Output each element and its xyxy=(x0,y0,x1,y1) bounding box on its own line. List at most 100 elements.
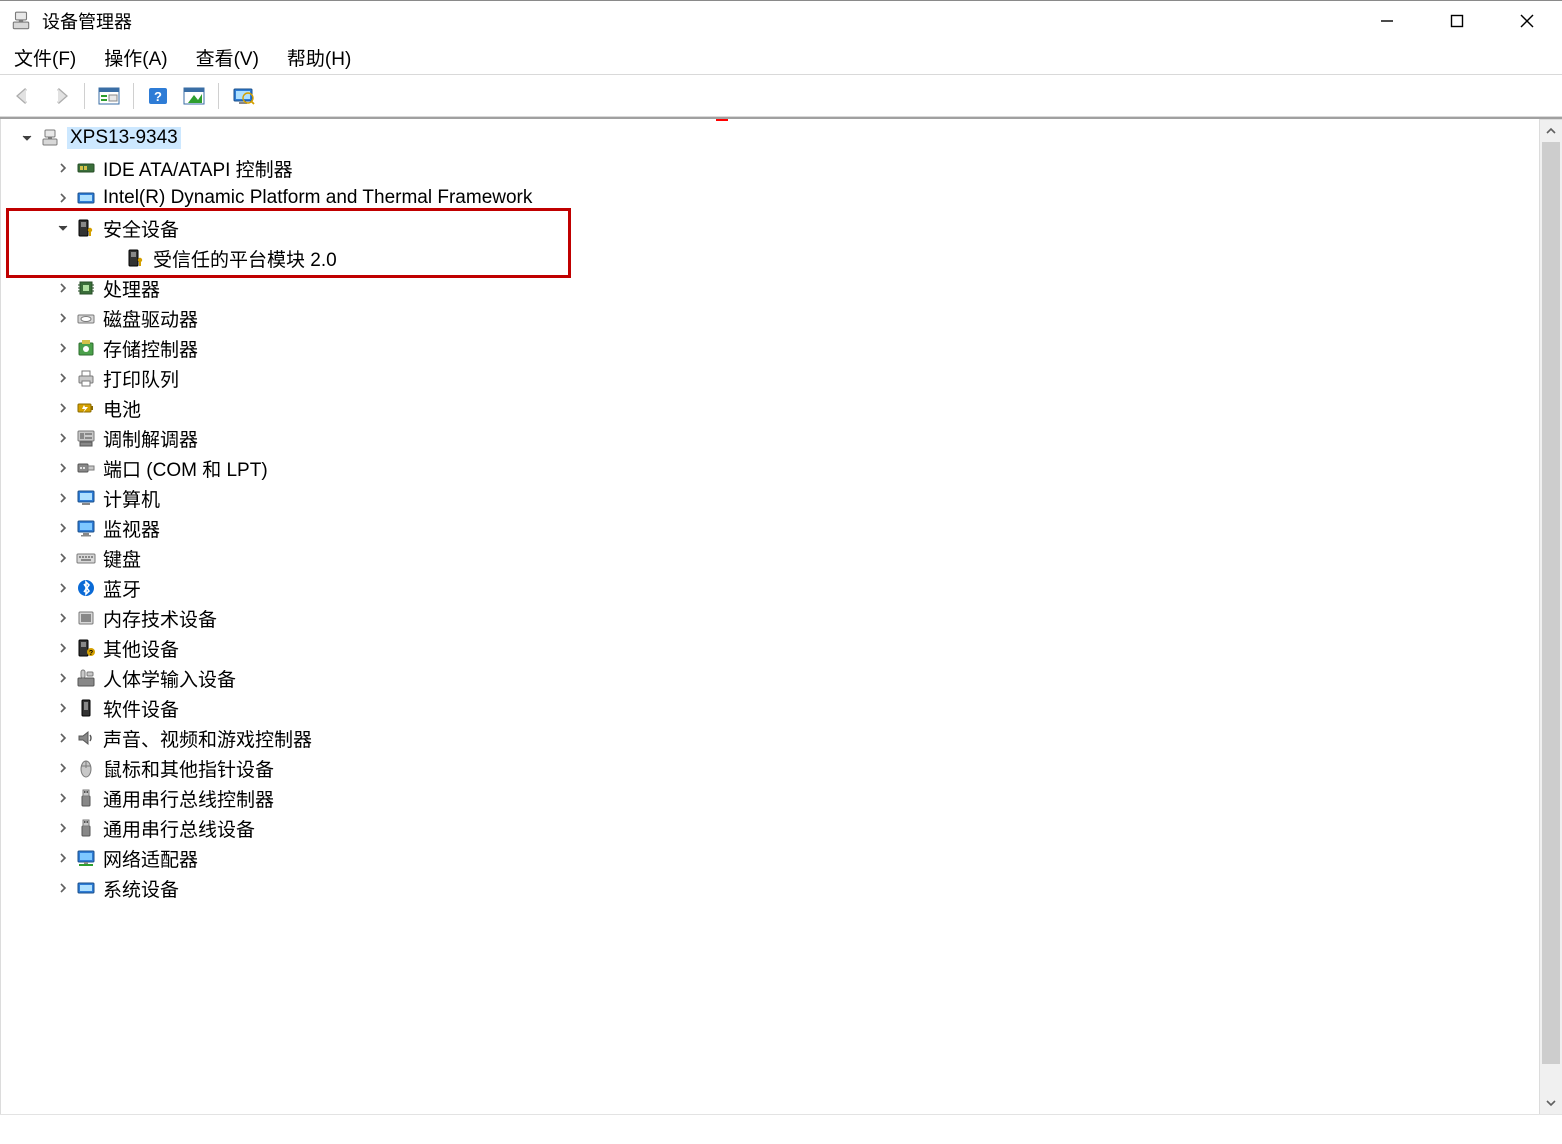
menu-bar: 文件(F) 操作(A) 查看(V) 帮助(H) xyxy=(0,41,1562,75)
tree-root[interactable]: XPS13-9343 xyxy=(5,123,1539,153)
tree-category[interactable]: 电池 xyxy=(5,393,1539,423)
chevron-right-icon[interactable] xyxy=(55,880,71,896)
menu-action[interactable]: 操作(A) xyxy=(104,44,167,71)
scroll-down-icon[interactable] xyxy=(1540,1092,1562,1114)
svg-text:?: ? xyxy=(89,650,93,657)
tree-category[interactable]: 计算机 xyxy=(5,483,1539,513)
tree-category[interactable]: 软件设备 xyxy=(5,693,1539,723)
scan-hardware-button[interactable] xyxy=(227,81,259,111)
tree-category[interactable]: 蓝牙 xyxy=(5,573,1539,603)
chevron-right-icon[interactable] xyxy=(55,700,71,716)
tree-category[interactable]: 声音、视频和游戏控制器 xyxy=(5,723,1539,753)
forward-button[interactable] xyxy=(44,81,76,111)
window-title: 设备管理器 xyxy=(42,8,132,34)
tree-category[interactable]: 键盘 xyxy=(5,543,1539,573)
minimize-button[interactable] xyxy=(1352,1,1422,41)
device-tree[interactable]: XPS13-9343 IDE ATA/ATAPI 控制器 Intel(R) Dy… xyxy=(0,119,1540,1114)
chevron-right-icon[interactable] xyxy=(55,160,71,176)
tree-category[interactable]: ? 其他设备 xyxy=(5,633,1539,663)
tree-category[interactable]: 处理器 xyxy=(5,273,1539,303)
tree-category[interactable]: 通用串行总线控制器 xyxy=(5,783,1539,813)
scroll-up-icon[interactable] xyxy=(1540,120,1562,142)
chevron-right-icon[interactable] xyxy=(55,670,71,686)
chevron-right-icon[interactable] xyxy=(55,550,71,566)
tree-category-label: 存储控制器 xyxy=(103,335,198,362)
tree-category-label: 其他设备 xyxy=(103,635,179,662)
content-area: XPS13-9343 IDE ATA/ATAPI 控制器 Intel(R) Dy… xyxy=(0,117,1562,1114)
tree-category[interactable]: 系统设备 xyxy=(5,873,1539,903)
monitor-icon xyxy=(75,517,97,539)
chevron-right-icon[interactable] xyxy=(55,280,71,296)
chevron-right-icon[interactable] xyxy=(55,400,71,416)
chevron-right-icon[interactable] xyxy=(55,430,71,446)
tree-category[interactable]: 存储控制器 xyxy=(5,333,1539,363)
tree-category-label: 蓝牙 xyxy=(103,575,141,602)
vertical-scrollbar[interactable] xyxy=(1540,119,1562,1114)
network-icon xyxy=(75,847,97,869)
chevron-right-icon[interactable] xyxy=(55,760,71,776)
tree-category[interactable]: 通用串行总线设备 xyxy=(5,813,1539,843)
tree-category[interactable]: 人体学输入设备 xyxy=(5,663,1539,693)
tree-category[interactable]: 内存技术设备 xyxy=(5,603,1539,633)
red-marker xyxy=(716,119,728,121)
tree-category[interactable]: 调制解调器 xyxy=(5,423,1539,453)
tree-category[interactable]: 打印队列 xyxy=(5,363,1539,393)
chevron-right-icon[interactable] xyxy=(55,820,71,836)
chevron-right-icon[interactable] xyxy=(55,340,71,356)
system-icon xyxy=(75,877,97,899)
tree-category-label: 调制解调器 xyxy=(103,425,198,452)
chevron-down-icon[interactable] xyxy=(55,220,71,236)
tree-category-label: 鼠标和其他指针设备 xyxy=(103,755,274,782)
close-button[interactable] xyxy=(1492,1,1562,41)
disk-icon xyxy=(75,307,97,329)
menu-file[interactable]: 文件(F) xyxy=(14,44,76,71)
chevron-right-icon[interactable] xyxy=(55,730,71,746)
chevron-right-icon[interactable] xyxy=(55,850,71,866)
tree-category[interactable]: 监视器 xyxy=(5,513,1539,543)
tree-category-label: 计算机 xyxy=(103,485,160,512)
printer-icon xyxy=(75,367,97,389)
security-icon xyxy=(125,247,147,269)
tree-category-label: 监视器 xyxy=(103,515,160,542)
chevron-right-icon[interactable] xyxy=(55,460,71,476)
chevron-right-icon[interactable] xyxy=(55,370,71,386)
toolbar: ? xyxy=(0,75,1562,117)
back-button[interactable] xyxy=(8,81,40,111)
chevron-right-icon[interactable] xyxy=(55,520,71,536)
menu-help[interactable]: 帮助(H) xyxy=(287,44,351,71)
tree-category[interactable]: 安全设备 xyxy=(5,213,1539,243)
software-icon xyxy=(75,697,97,719)
port-icon xyxy=(75,457,97,479)
mouse-icon xyxy=(75,757,97,779)
tree-category-label: 系统设备 xyxy=(103,875,179,902)
security-icon xyxy=(75,217,97,239)
tree-category[interactable]: Intel(R) Dynamic Platform and Thermal Fr… xyxy=(5,183,1539,213)
chevron-right-icon[interactable] xyxy=(55,580,71,596)
chevron-down-icon[interactable] xyxy=(19,130,35,146)
tree-category[interactable]: 鼠标和其他指针设备 xyxy=(5,753,1539,783)
app-icon xyxy=(10,10,32,32)
chevron-right-icon[interactable] xyxy=(55,610,71,626)
tree-category-label: 端口 (COM 和 LPT) xyxy=(103,455,268,482)
help-button[interactable]: ? xyxy=(142,81,174,111)
chevron-right-icon[interactable] xyxy=(55,310,71,326)
scrollbar-thumb[interactable] xyxy=(1542,142,1560,1064)
menu-view[interactable]: 查看(V) xyxy=(196,44,259,71)
tree-category-label: 软件设备 xyxy=(103,695,179,722)
tree-category[interactable]: 磁盘驱动器 xyxy=(5,303,1539,333)
show-hide-tree-button[interactable] xyxy=(93,81,125,111)
tree-category-label: 电池 xyxy=(103,395,141,422)
maximize-button[interactable] xyxy=(1422,1,1492,41)
tree-category[interactable]: 端口 (COM 和 LPT) xyxy=(5,453,1539,483)
tree-category[interactable]: IDE ATA/ATAPI 控制器 xyxy=(5,153,1539,183)
tree-category[interactable]: 网络适配器 xyxy=(5,843,1539,873)
tree-category-label: 声音、视频和游戏控制器 xyxy=(103,725,312,752)
chevron-right-icon[interactable] xyxy=(55,490,71,506)
tree-category-label: 键盘 xyxy=(103,545,141,572)
tree-category-label: 通用串行总线控制器 xyxy=(103,785,274,812)
chevron-right-icon[interactable] xyxy=(55,790,71,806)
tree-device[interactable]: 受信任的平台模块 2.0 xyxy=(5,243,1539,273)
chevron-right-icon[interactable] xyxy=(55,640,71,656)
chevron-right-icon[interactable] xyxy=(55,190,71,206)
properties-button[interactable] xyxy=(178,81,210,111)
